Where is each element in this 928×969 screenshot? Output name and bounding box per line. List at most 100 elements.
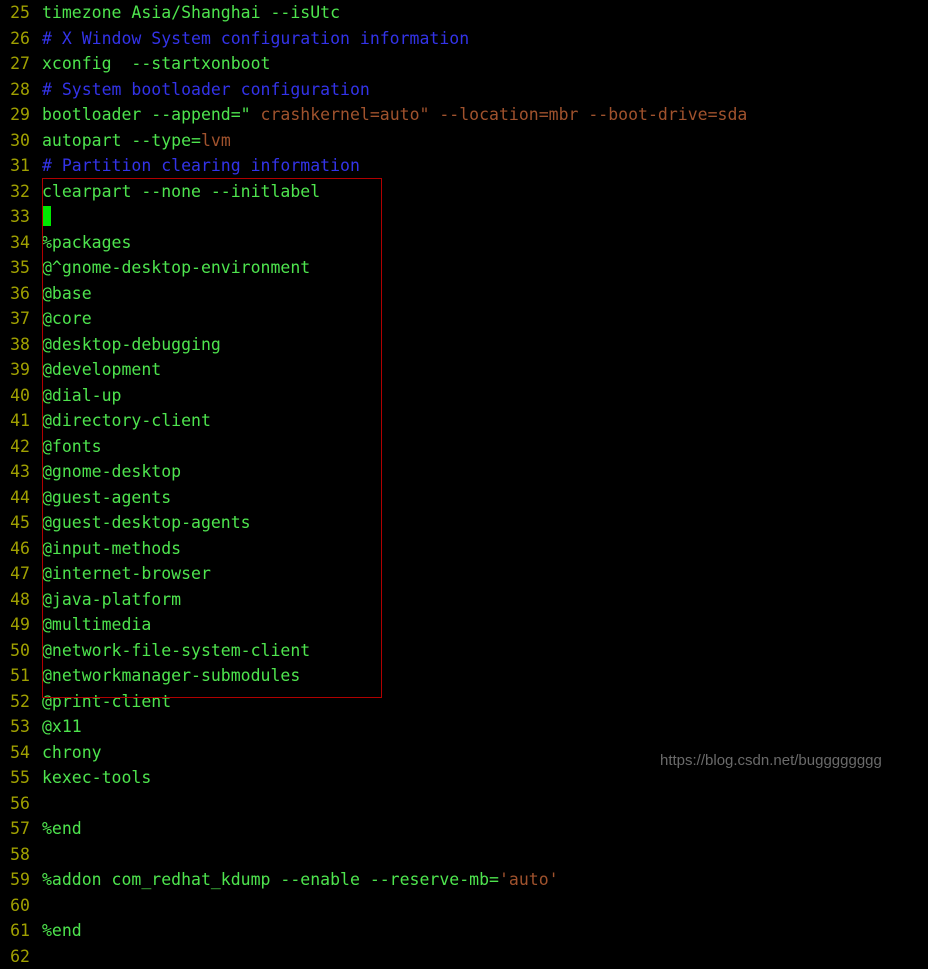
code-token: chrony — [42, 743, 102, 762]
code-token: @guest-desktop-agents — [42, 513, 251, 532]
code-token: @gnome-desktop — [42, 462, 181, 481]
code-token: @development — [42, 360, 161, 379]
line-number: 44 — [0, 485, 30, 511]
code-line[interactable]: 51 @networkmanager-submodules — [0, 663, 928, 689]
line-number: 55 — [0, 765, 30, 791]
line-number: 43 — [0, 459, 30, 485]
line-number: 37 — [0, 306, 30, 332]
terminal-window[interactable]: 25timezone Asia/Shanghai --isUtc26# X Wi… — [0, 0, 928, 793]
code-line[interactable]: 56 — [0, 791, 928, 817]
code-line-content: %end — [42, 819, 82, 838]
code-line-content: %end — [42, 921, 82, 940]
code-line[interactable]: 59%addon com_redhat_kdump --enable --res… — [0, 867, 928, 893]
code-line-content: @guest-agents — [42, 488, 171, 507]
code-line[interactable]: 47@internet-browser — [0, 561, 928, 587]
code-line[interactable]: 60 — [0, 893, 928, 919]
code-token: autopart --type= — [42, 131, 201, 150]
code-line[interactable]: 25timezone Asia/Shanghai --isUtc — [0, 0, 928, 26]
line-number: 50 — [0, 638, 30, 664]
line-number: 62 — [0, 944, 30, 969]
code-line[interactable]: 32 clearpart --none --initlabel — [0, 179, 928, 205]
code-token: %end — [42, 819, 82, 838]
line-number: 31 — [0, 153, 30, 179]
code-line-content — [42, 207, 51, 226]
code-line[interactable]: 34 %packages — [0, 230, 928, 256]
code-line-content: autopart --type=lvm — [42, 131, 231, 150]
code-token: lvm — [201, 131, 231, 150]
code-line[interactable]: 28# System bootloader configuration — [0, 77, 928, 103]
code-token: %addon com_redhat_kdump --enable --reser… — [42, 870, 499, 889]
code-line[interactable]: 42@fonts — [0, 434, 928, 460]
code-line[interactable]: 36 @base — [0, 281, 928, 307]
code-token: @multimedia — [42, 615, 151, 634]
code-line[interactable]: 33 — [0, 204, 928, 230]
code-line[interactable]: 27 xconfig --startxonboot — [0, 51, 928, 77]
code-line[interactable]: 53 @x11 — [0, 714, 928, 740]
code-line[interactable]: 44 @guest-agents — [0, 485, 928, 511]
code-line[interactable]: 43 @gnome-desktop — [0, 459, 928, 485]
code-token: @core — [42, 309, 92, 328]
code-line-content: @^gnome-desktop-environment — [42, 258, 310, 277]
code-token: @java-platform — [42, 590, 181, 609]
line-number: 41 — [0, 408, 30, 434]
code-line[interactable]: 46@input-methods — [0, 536, 928, 562]
code-line[interactable]: 49@multimedia — [0, 612, 928, 638]
code-token: @base — [42, 284, 92, 303]
line-number: 32 — [0, 179, 30, 205]
line-number: 51 — [0, 663, 30, 689]
code-line[interactable]: 40 @dial-up — [0, 383, 928, 409]
code-line-content: @dial-up — [42, 386, 121, 405]
code-token: @internet-browser — [42, 564, 211, 583]
code-line-content: xconfig --startxonboot — [42, 54, 270, 73]
line-number: 34 — [0, 230, 30, 256]
code-line[interactable]: 61%end — [0, 918, 928, 944]
code-line[interactable]: 29bootloader --append=" crashkernel=auto… — [0, 102, 928, 128]
code-line[interactable]: 58 — [0, 842, 928, 868]
code-line-content: @internet-browser — [42, 564, 211, 583]
code-line[interactable]: 50 @network-file-system-client — [0, 638, 928, 664]
code-line[interactable]: 48@java-platform — [0, 587, 928, 613]
watermark-url: https://blog.csdn.net/bugggggggg — [660, 752, 882, 769]
line-number: 60 — [0, 893, 30, 919]
code-token: xconfig --startxonboot — [42, 54, 270, 73]
code-token: @directory-client — [42, 411, 211, 430]
code-token: @network-file-system-client — [42, 641, 310, 660]
line-number: 27 — [0, 51, 30, 77]
code-token: clearpart --none --initlabel — [42, 182, 320, 201]
code-line-content: kexec-tools — [42, 768, 151, 787]
code-editor-area[interactable]: 25timezone Asia/Shanghai --isUtc26# X Wi… — [0, 0, 928, 969]
code-line[interactable]: 62 — [0, 944, 928, 969]
line-number: 40 — [0, 383, 30, 409]
code-line-content: @x11 — [42, 717, 82, 736]
code-line-content: # Partition clearing information — [42, 156, 360, 175]
code-line-content: @networkmanager-submodules — [42, 666, 300, 685]
code-line[interactable]: 35@^gnome-desktop-environment — [0, 255, 928, 281]
code-token: @print-client — [42, 692, 171, 711]
code-line[interactable]: 31 # Partition clearing information — [0, 153, 928, 179]
code-line[interactable]: 57%end — [0, 816, 928, 842]
line-number: 53 — [0, 714, 30, 740]
code-token: %end — [42, 921, 82, 940]
code-line-content: timezone Asia/Shanghai --isUtc — [42, 3, 340, 22]
code-line[interactable]: 41 @directory-client — [0, 408, 928, 434]
code-line[interactable]: 30autopart --type=lvm — [0, 128, 928, 154]
line-number: 52 — [0, 689, 30, 715]
line-number: 26 — [0, 26, 30, 52]
line-number: 36 — [0, 281, 30, 307]
code-line[interactable]: 37 @core — [0, 306, 928, 332]
code-line[interactable]: 26# X Window System configuration inform… — [0, 26, 928, 52]
line-number: 39 — [0, 357, 30, 383]
code-line-content: @development — [42, 360, 161, 379]
code-line[interactable]: 45 @guest-desktop-agents — [0, 510, 928, 536]
code-line[interactable]: 38@desktop-debugging — [0, 332, 928, 358]
code-line-content: chrony — [42, 743, 102, 762]
code-line[interactable]: 39 @development — [0, 357, 928, 383]
code-token: @desktop-debugging — [42, 335, 221, 354]
code-token: 'auto' — [499, 870, 559, 889]
line-number: 54 — [0, 740, 30, 766]
line-number: 58 — [0, 842, 30, 868]
code-token: @networkmanager-submodules — [42, 666, 300, 685]
line-number: 45 — [0, 510, 30, 536]
code-token: %packages — [42, 233, 131, 252]
code-line[interactable]: 52 @print-client — [0, 689, 928, 715]
